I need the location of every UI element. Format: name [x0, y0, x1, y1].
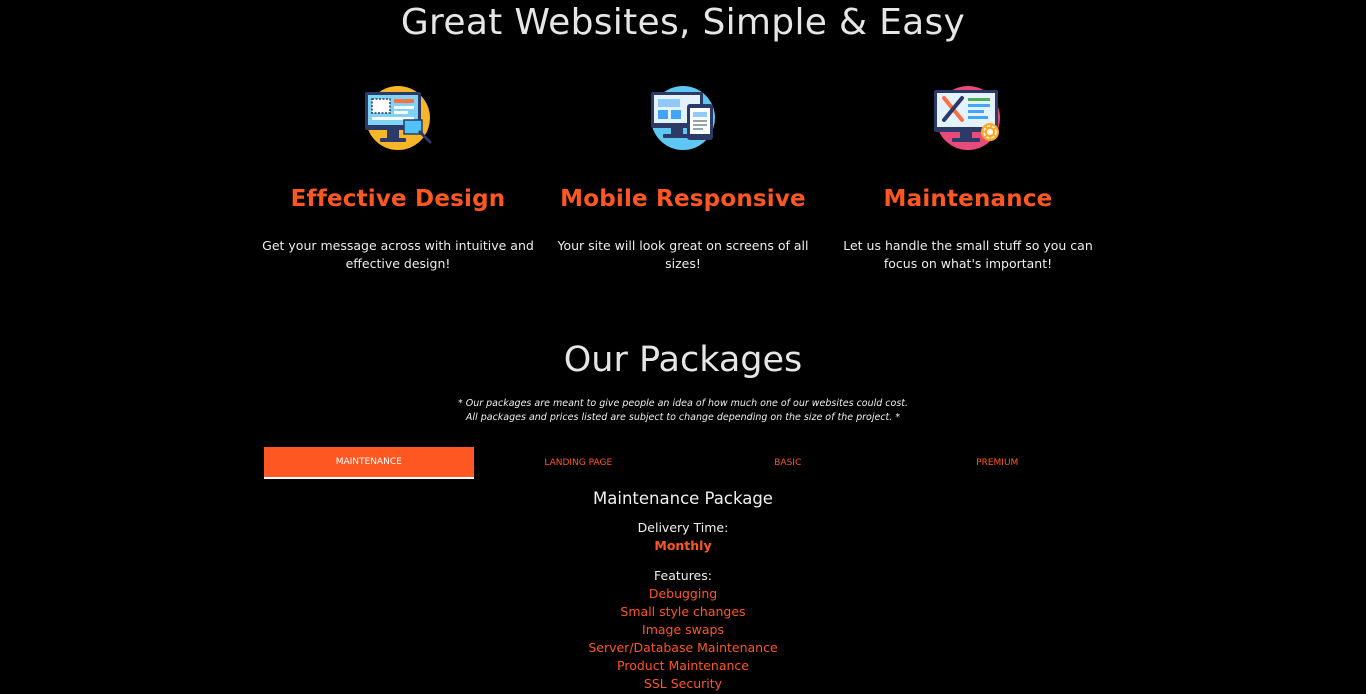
feature-description: Get your message across with intuitive a…: [262, 238, 534, 271]
list-item: SSL Security: [643, 676, 723, 691]
tab-landing-page[interactable]: LANDING PAGE: [474, 447, 684, 479]
maintenance-tools-icon: [934, 86, 1000, 150]
feature-title: Maintenance: [883, 186, 1053, 212]
package-tabs: MAINTENANCE LANDING PAGE BASIC PREMIUM: [264, 447, 1102, 479]
features-label: Features:: [654, 568, 712, 583]
delivery-time-value: Monthly: [654, 538, 712, 553]
tab-premium[interactable]: PREMIUM: [893, 447, 1103, 479]
features-row: Effective Design Get your message across…: [256, 84, 1110, 273]
packages-title: Our Packages: [563, 340, 803, 380]
package-feature-list: Debugging Small style changes Image swap…: [0, 585, 1366, 693]
package-details: Maintenance Package Delivery Time: Month…: [0, 488, 1366, 693]
list-item: Server/Database Maintenance: [588, 640, 778, 655]
package-title: Maintenance Package: [593, 489, 773, 508]
feature-description: Let us handle the small stuff so you can…: [843, 238, 1093, 271]
hero-title: Great Websites, Simple & Easy: [400, 2, 966, 43]
list-item: Small style changes: [620, 604, 746, 619]
list-item: Image swaps: [642, 622, 724, 637]
disclaimer-line: * Our packages are meant to give people …: [457, 398, 909, 409]
packages-disclaimer: * Our packages are meant to give people …: [0, 397, 1366, 425]
feature-mobile-responsive: Mobile Responsive Your site will look gr…: [541, 84, 825, 273]
feature-title: Mobile Responsive: [560, 186, 806, 212]
tab-basic[interactable]: BASIC: [683, 447, 893, 479]
feature-effective-design: Effective Design Get your message across…: [256, 84, 540, 273]
delivery-time-label: Delivery Time:: [637, 520, 729, 535]
feature-description: Your site will look great on screens of …: [557, 238, 809, 271]
feature-maintenance: Maintenance Let us handle the small stuf…: [826, 84, 1110, 273]
responsive-devices-icon: [651, 86, 715, 150]
list-item: Product Maintenance: [617, 658, 749, 673]
monitor-design-icon: [365, 86, 432, 150]
tab-maintenance[interactable]: MAINTENANCE: [264, 447, 474, 479]
page: Great Websites, Simple & Easy Effective …: [0, 0, 1366, 694]
disclaimer-line: All packages and prices listed are subje…: [465, 412, 901, 423]
list-item: Debugging: [648, 586, 718, 601]
feature-title: Effective Design: [290, 186, 506, 212]
